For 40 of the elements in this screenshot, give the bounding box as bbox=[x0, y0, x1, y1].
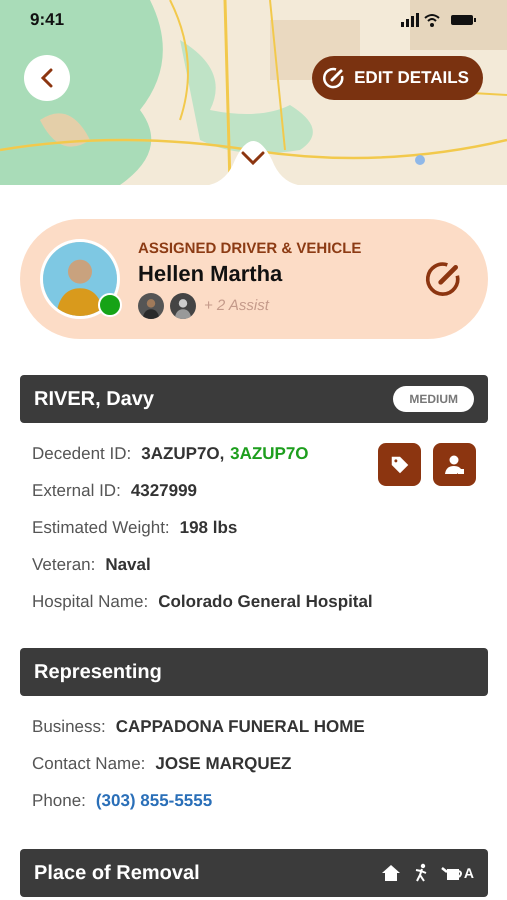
field-label: Decedent ID: bbox=[32, 444, 132, 464]
driver-name: Hellen Martha bbox=[138, 260, 284, 286]
assistant-avatar bbox=[138, 292, 164, 318]
chevron-down-icon bbox=[240, 150, 266, 166]
signal-icon bbox=[401, 13, 419, 27]
field-value: 198 lbs bbox=[180, 518, 238, 538]
battery-icon bbox=[451, 15, 476, 25]
field-label: Phone: bbox=[32, 790, 86, 810]
assist-count: + 2 Assist bbox=[204, 297, 269, 314]
back-icon bbox=[40, 68, 54, 88]
edit-icon bbox=[322, 66, 346, 90]
field-value: JOSE MARQUEZ bbox=[155, 754, 292, 774]
decedent-name: RIVER, Davy bbox=[34, 388, 154, 410]
field-label: Hospital Name: bbox=[32, 592, 148, 612]
icon-label: A bbox=[464, 865, 474, 881]
field-value: 3AZUP7O bbox=[230, 444, 309, 464]
house-icon bbox=[380, 864, 401, 882]
person-button[interactable] bbox=[433, 443, 476, 486]
card-caption: ASSIGNED DRIVER & VEHICLE bbox=[138, 240, 362, 256]
field-value: 4327999 bbox=[130, 480, 197, 500]
watering-can-icon bbox=[440, 864, 463, 882]
status-time: 9:41 bbox=[30, 10, 64, 30]
size-badge: MEDIUM bbox=[393, 386, 474, 412]
person-icon bbox=[442, 454, 466, 476]
section-title: Representing bbox=[34, 660, 162, 684]
field-label: Veteran: bbox=[32, 554, 96, 574]
assistant-avatar bbox=[170, 292, 196, 318]
field-value: Colorado General Hospital bbox=[158, 592, 373, 612]
field-label: Estimated Weight: bbox=[32, 518, 170, 538]
section-title: Place of Removal bbox=[34, 862, 200, 884]
field-label: External ID: bbox=[32, 480, 121, 500]
tag-button[interactable] bbox=[378, 443, 421, 486]
field-label: Contact Name: bbox=[32, 754, 146, 774]
field-value: 3AZUP7O, bbox=[141, 444, 226, 464]
wifi-icon bbox=[424, 14, 440, 27]
field-value: Naval bbox=[105, 554, 151, 574]
phone-link[interactable]: (303) 855-5555 bbox=[96, 790, 212, 810]
edit-details-button[interactable]: EDIT DETAILS bbox=[312, 56, 483, 100]
field-label: Business: bbox=[32, 716, 106, 736]
field-value: CAPPADONA FUNERAL HOME bbox=[116, 716, 365, 736]
